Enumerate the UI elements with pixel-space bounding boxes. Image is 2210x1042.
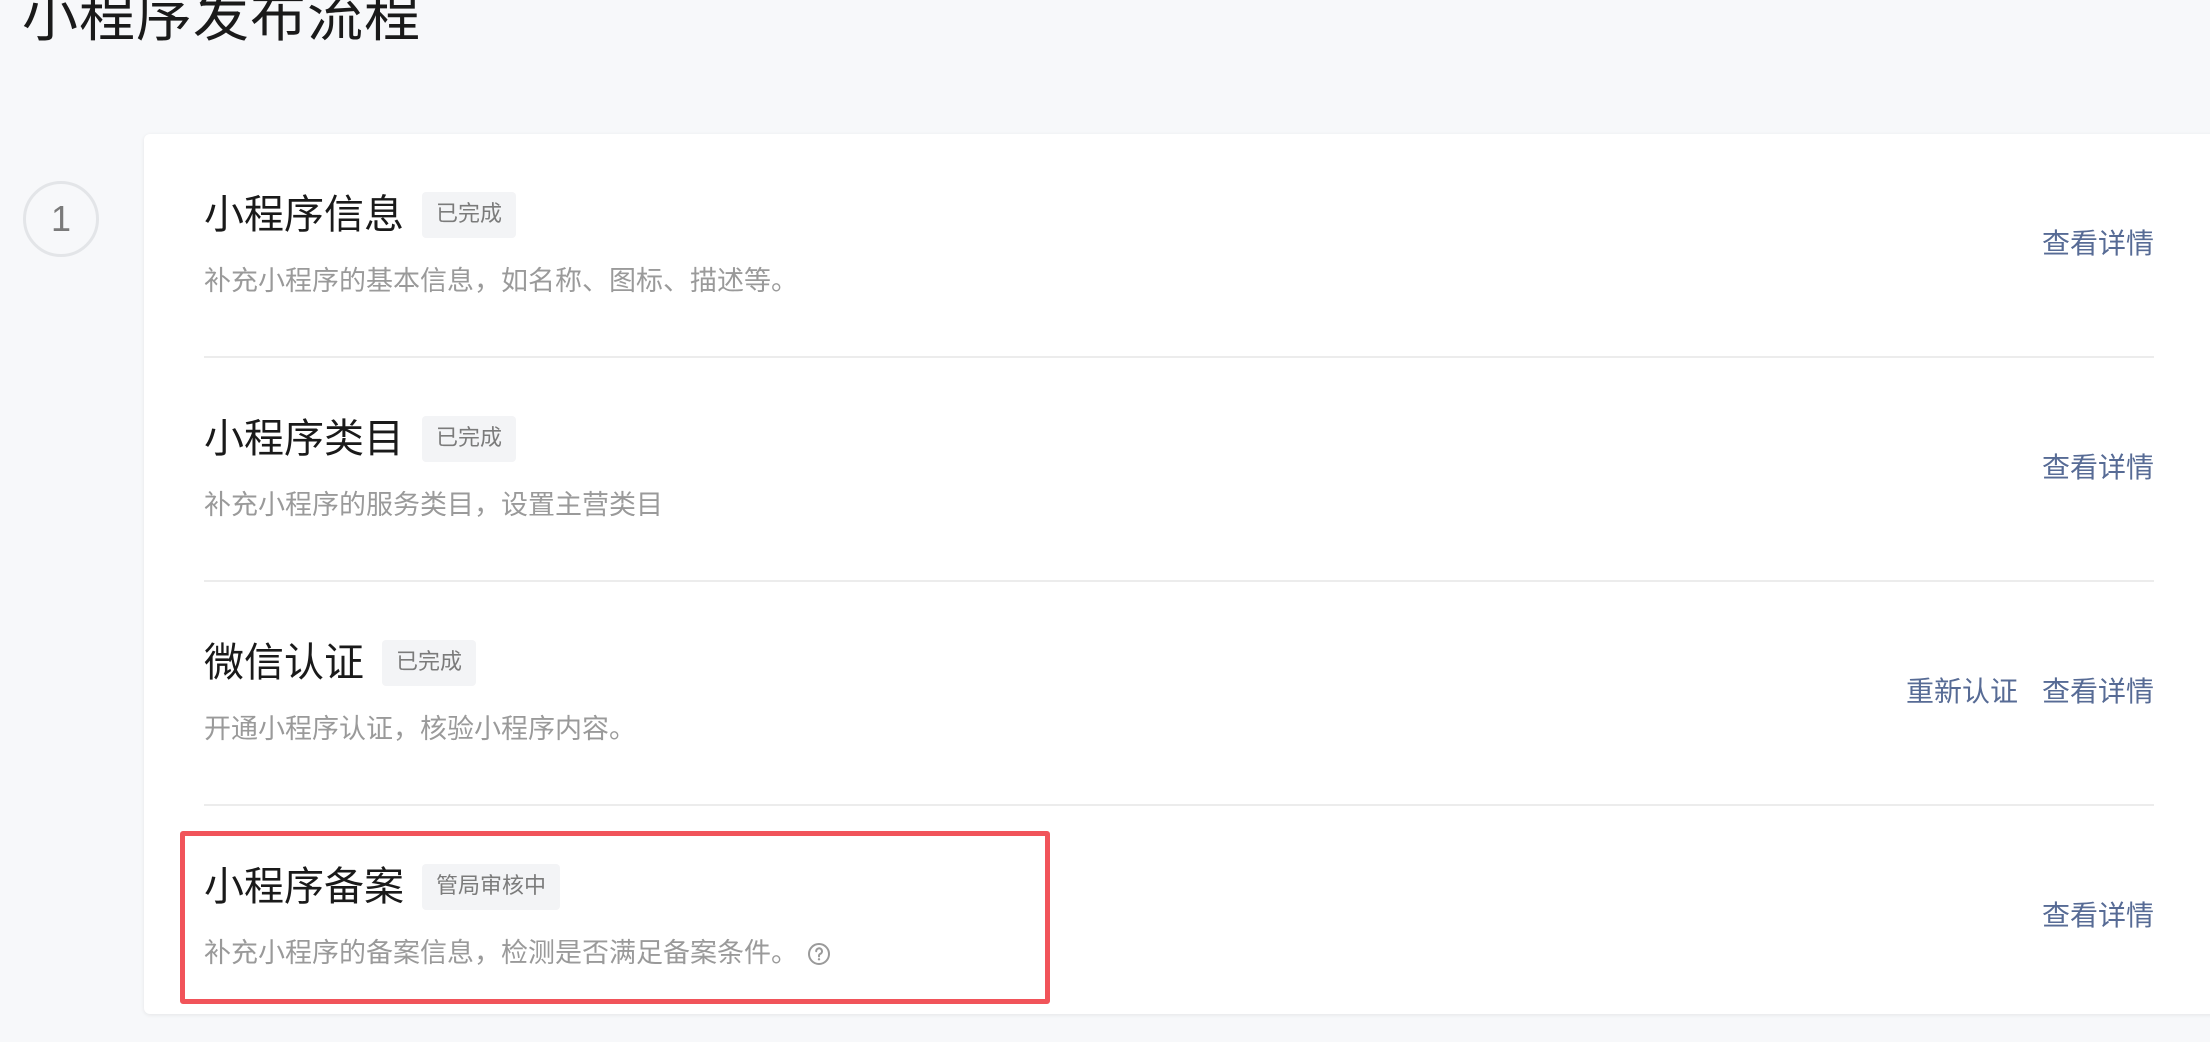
row-title: 小程序类目 [204,416,404,462]
status-badge: 已完成 [382,640,477,686]
step-number-badge: 1 [23,181,99,257]
row-actions: 查看详情 [2042,448,2154,488]
step-row-filing: 小程序备案 管局审核中 补充小程序的备案信息，检测是否满足备案条件。 查看详情 [204,806,2154,1030]
view-details-link[interactable]: 查看详情 [2042,448,2154,488]
row-title-line: 微信认证 已完成 [204,638,477,688]
row-description-text: 开通小程序认证，核验小程序内容。 [204,714,636,745]
row-title: 小程序信息 [204,192,404,238]
row-description-text: 补充小程序的服务类目，设置主营类目 [204,490,663,521]
row-description: 开通小程序认证，核验小程序内容。 [204,710,636,750]
step-row-wechat-verification: 微信认证 已完成 开通小程序认证，核验小程序内容。 重新认证 查看详情 [204,582,2154,806]
row-description: 补充小程序的备案信息，检测是否满足备案条件。 [204,934,832,974]
publish-steps-card: 小程序信息 已完成 补充小程序的基本信息，如名称、图标、描述等。 查看详情 小程… [144,134,2210,1014]
row-title: 微信认证 [204,640,364,686]
page: 小程序发布流程 1 小程序信息 已完成 补充小程序的基本信息，如名称、图标、描述… [0,0,2210,1042]
page-title: 小程序发布流程 [22,0,421,50]
row-description-text: 补充小程序的备案信息，检测是否满足备案条件。 [204,938,798,969]
step-row-category: 小程序类目 已完成 补充小程序的服务类目，设置主营类目 查看详情 [204,358,2154,582]
step-row-info: 小程序信息 已完成 补充小程序的基本信息，如名称、图标、描述等。 查看详情 [204,134,2154,358]
status-badge: 已完成 [422,192,517,238]
status-badge: 已完成 [422,416,517,462]
row-actions: 查看详情 [2042,224,2154,264]
row-description: 补充小程序的基本信息，如名称、图标、描述等。 [204,262,798,302]
row-title-line: 小程序备案 管局审核中 [204,862,561,912]
row-actions: 重新认证 查看详情 [1906,672,2154,712]
view-details-link[interactable]: 查看详情 [2042,224,2154,264]
row-description-text: 补充小程序的基本信息，如名称、图标、描述等。 [204,266,798,297]
row-description: 补充小程序的服务类目，设置主营类目 [204,486,663,526]
row-title: 小程序备案 [204,864,404,910]
view-details-link[interactable]: 查看详情 [2042,896,2154,936]
question-circle-icon[interactable] [806,941,832,967]
view-details-link[interactable]: 查看详情 [2042,672,2154,712]
row-actions: 查看详情 [2042,896,2154,936]
reverify-link[interactable]: 重新认证 [1906,672,2018,712]
status-badge: 管局审核中 [422,864,561,910]
row-title-line: 小程序信息 已完成 [204,190,517,240]
row-title-line: 小程序类目 已完成 [204,414,517,464]
